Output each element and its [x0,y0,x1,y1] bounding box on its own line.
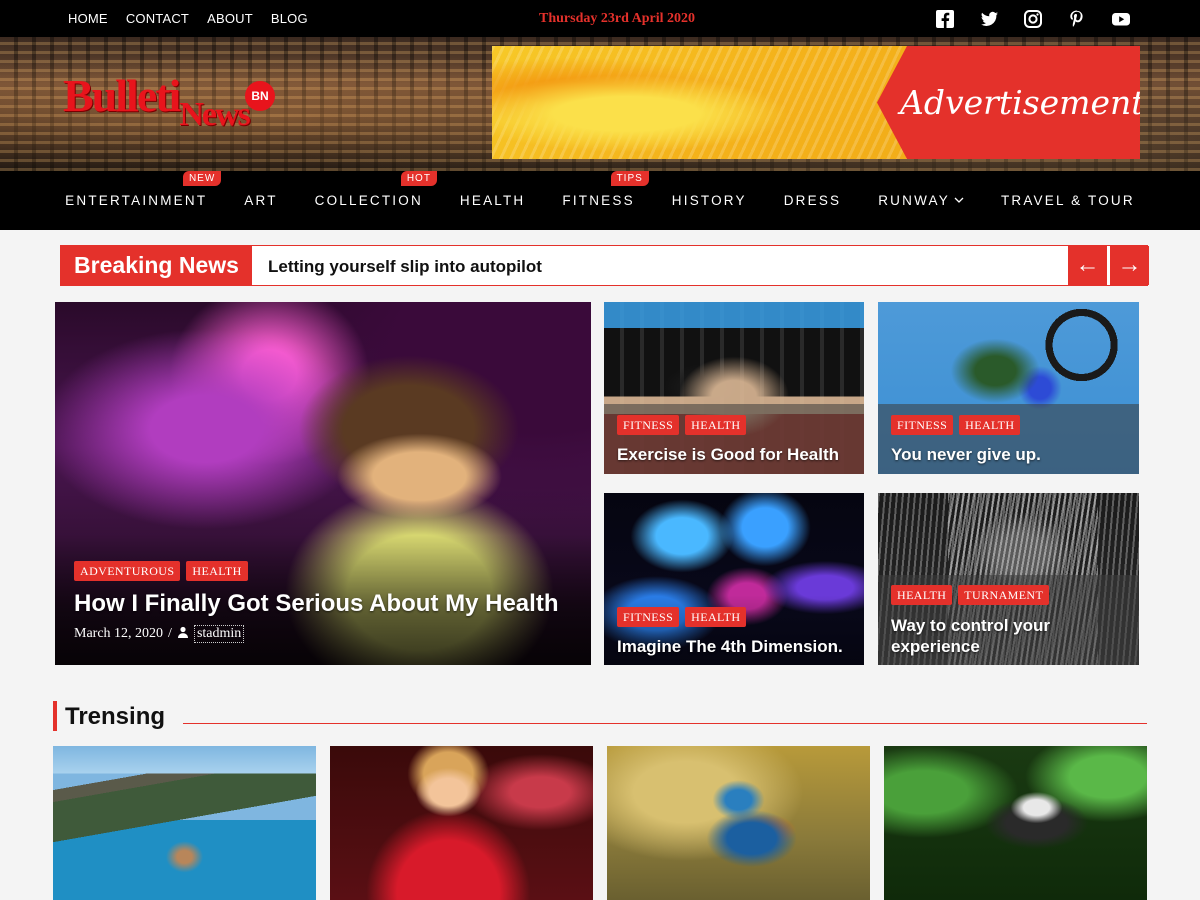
site-logo[interactable]: BulletiNews BN [63,67,293,137]
tag-fitness[interactable]: FITNESS [617,607,680,627]
nav-label: FITNESS [562,193,635,208]
nav-item-art[interactable]: ART [244,193,277,208]
nav-label: ENTERTAINMENT [65,193,208,208]
nav-item-runway[interactable]: RUNWAY [878,193,964,208]
card-tags: HEALTH TURNAMENT [891,585,1050,605]
section-title: Trensing [65,703,166,730]
nav-badge-new: NEW [182,171,222,186]
nav-label: HEALTH [459,193,526,208]
user-icon [177,626,189,643]
section-divider [183,723,1147,724]
header-advertisement[interactable]: Advertisement [492,46,1140,159]
card-title[interactable]: Imagine The 4th Dimension. [617,637,843,657]
breaking-news-label: Breaking News [61,246,252,285]
post-meta: March 12, 2020 / stadmin [74,625,245,643]
trending-section-header: Trensing [53,701,1147,731]
featured-main-card[interactable]: ADVENTUROUS HEALTH How I Finally Got Ser… [55,302,591,665]
card-tags: FITNESS HEALTH [617,415,747,435]
nav-badge-tips: TIPS [610,171,649,186]
logo-wordmark: BulletiNews [63,69,251,133]
featured-main-title[interactable]: How I Finally Got Serious About My Healt… [74,590,574,618]
section-accent-bar [53,701,57,731]
nav-item-history[interactable]: HISTORY [672,193,747,208]
tag-fitness[interactable]: FITNESS [617,415,680,435]
nav-item-dress[interactable]: DRESS [784,193,842,208]
ad-lion-image [492,46,912,159]
tag-fitness[interactable]: FITNESS [891,415,954,435]
tag-health[interactable]: HEALTH [959,415,1021,435]
nav-label: RUNWAY [878,193,950,208]
top-bar: HOME CONTACT ABOUT BLOG Thursday 23rd Ap… [0,0,1200,37]
card-title[interactable]: Way to control your experience [891,615,1061,657]
card-tags: FITNESS HEALTH [891,415,1021,435]
featured-card-4th-dimension[interactable]: FITNESS HEALTH Imagine The 4th Dimension… [604,493,864,665]
tag-health[interactable]: HEALTH [891,585,953,605]
tag-turnament[interactable]: TURNAMENT [958,585,1050,605]
nav-badge-hot: HOT [400,171,437,186]
tag-health[interactable]: HEALTH [685,607,747,627]
logo-word-1: Bulleti [63,70,181,121]
pinterest-icon[interactable] [1066,8,1088,30]
nav-label: TRAVEL & TOUR [1000,193,1135,208]
site-header: BulletiNews BN Advertisement [0,37,1200,171]
facebook-icon[interactable] [934,8,956,30]
card-tags: FITNESS HEALTH [617,607,747,627]
nav-item-entertainment[interactable]: ENTERTAINMENT NEW [65,171,222,208]
card-title[interactable]: Exercise is Good for Health [617,445,839,465]
trending-card-kayak[interactable] [53,746,316,900]
featured-card-exercise[interactable]: FITNESS HEALTH Exercise is Good for Heal… [604,302,864,474]
breaking-news-headline[interactable]: Letting yourself slip into autopilot [268,246,542,285]
nav-label: COLLECTION [314,193,423,208]
nav-label: HISTORY [671,193,747,208]
tag-health[interactable]: HEALTH [685,415,747,435]
trending-card-raccoon[interactable] [884,746,1147,900]
nav-item-travel-tour[interactable]: TRAVEL & TOUR [1001,193,1135,208]
breaking-news-bar: Breaking News Letting yourself slip into… [60,245,1149,286]
logo-badge: BN [245,81,275,111]
meta-separator: / [168,626,172,641]
nav-item-collection[interactable]: COLLECTION HOT [314,171,437,208]
card-title[interactable]: You never give up. [891,445,1041,465]
post-date: March 12, 2020 [74,626,164,641]
breaking-prev-button[interactable]: ← [1068,246,1107,285]
featured-card-never-give-up[interactable]: FITNESS HEALTH You never give up. [878,302,1139,474]
nav-label: ART [244,193,278,208]
breaking-next-button[interactable]: → [1110,246,1149,285]
trending-card-singer[interactable] [330,746,593,900]
tag-health[interactable]: HEALTH [186,561,248,581]
social-links [934,0,1132,37]
trending-card-kingfisher[interactable] [607,746,870,900]
tag-adventurous[interactable]: ADVENTUROUS [74,561,181,581]
post-author[interactable]: stadmin [193,625,245,643]
nav-item-health[interactable]: HEALTH [460,193,525,208]
featured-card-control-experience[interactable]: HEALTH TURNAMENT Way to control your exp… [878,493,1139,665]
logo-word-2: News [179,96,250,133]
nav-label: DRESS [783,193,842,208]
instagram-icon[interactable] [1022,8,1044,30]
ad-text: Advertisement [900,83,1140,122]
chevron-down-icon [954,196,964,207]
twitter-icon[interactable] [978,8,1000,30]
card-tags: ADVENTUROUS HEALTH [74,561,248,581]
main-nav: ENTERTAINMENT NEW ART COLLECTION HOT HEA… [0,171,1200,230]
nav-item-fitness[interactable]: FITNESS TIPS [562,171,649,208]
youtube-icon[interactable] [1110,8,1132,30]
